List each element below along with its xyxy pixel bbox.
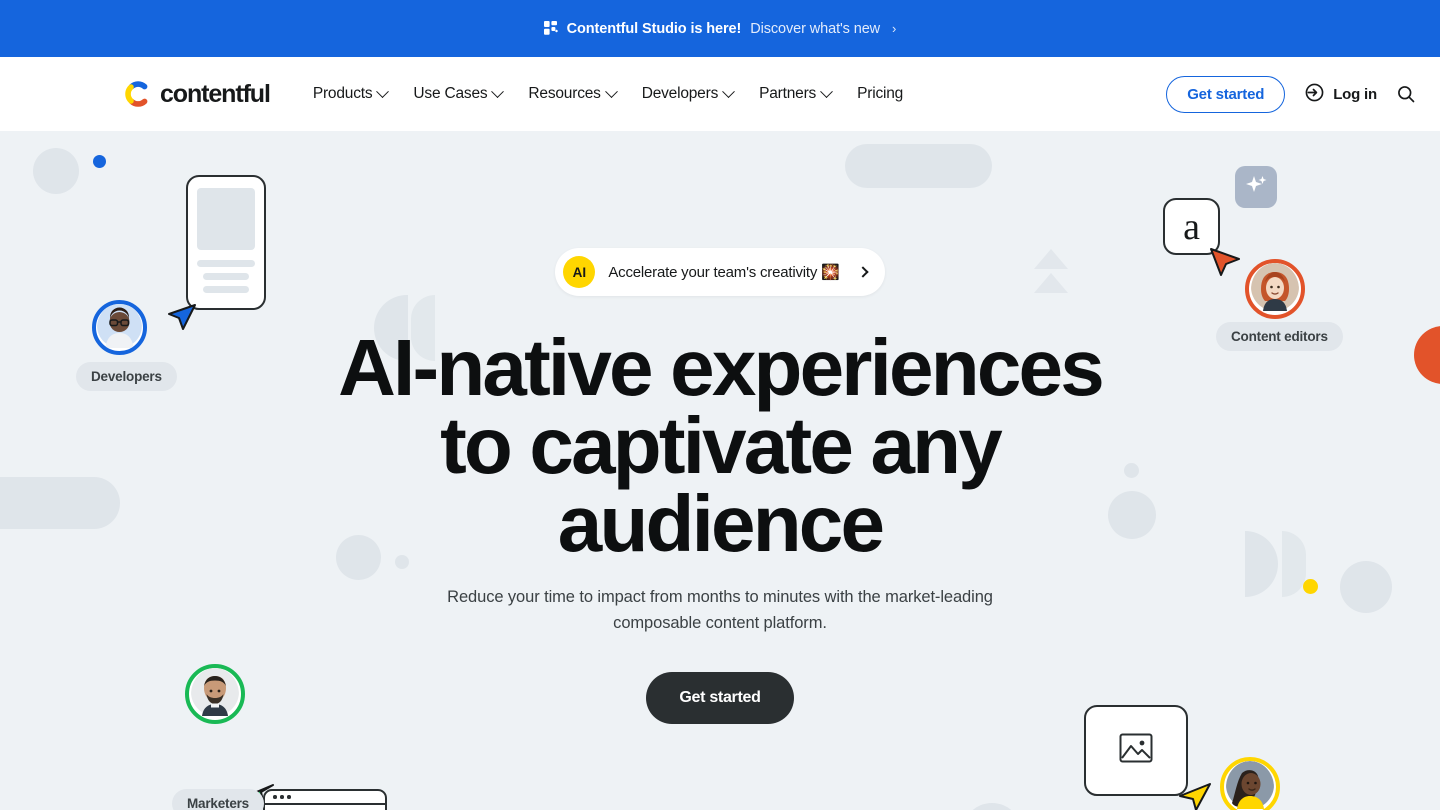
login-label: Log in [1333,86,1377,103]
main-navigation: contentful Products Use Cases Resources … [0,57,1440,131]
browser-dot [287,795,291,799]
decor-circle [962,803,1022,810]
nav-item-label: Use Cases [413,85,487,103]
browser-titlebar [265,791,385,805]
announcement-banner-content[interactable]: Contentful Studio is here! Discover what… [544,21,897,37]
avatar [1220,757,1280,810]
contentful-logo-text: contentful [160,80,270,109]
nav-item-developers[interactable]: Developers [642,85,733,103]
chevron-right-icon: › [892,21,896,36]
chevron-down-icon [722,85,735,98]
hero-subheadline: Reduce your time to impact from months t… [430,584,1010,636]
search-icon[interactable] [1396,84,1416,104]
banner-headline: Contentful Studio is here! [567,21,742,37]
get-started-button[interactable]: Get started [1166,76,1285,113]
nav-item-label: Products [313,85,373,103]
page-title: AI-native experiences to captivate any a… [300,329,1140,563]
browser-dot [273,795,277,799]
cursor-arrow-icon [1174,774,1214,810]
nav-item-products[interactable]: Products [313,85,388,103]
contentful-logo[interactable]: contentful [122,78,270,110]
login-arrow-icon [1304,82,1325,107]
hero-get-started-button[interactable]: Get started [646,672,793,724]
grid-plus-icon [544,21,558,36]
nav-item-label: Resources [528,85,600,103]
nav-item-label: Developers [642,85,718,103]
nav-item-use-cases[interactable]: Use Cases [413,85,502,103]
browser-dot [280,795,284,799]
nav-actions: Get started Log in [1166,76,1416,113]
hero-content: AI Accelerate your team's creativity 🎇 A… [0,131,1440,724]
login-button[interactable]: Log in [1304,82,1377,107]
nav-links: Products Use Cases Resources Developers … [313,85,903,103]
hero-section: Developers a [0,131,1440,810]
ai-promo-pill[interactable]: AI Accelerate your team's creativity 🎇 [555,248,884,296]
nav-item-label: Partners [759,85,816,103]
persona-label-pill: Marketers [172,789,264,810]
ai-promo-text: Accelerate your team's creativity 🎇 [608,263,839,281]
contentful-logo-mark [122,78,154,110]
ai-badge: AI [563,256,595,288]
banner-link[interactable]: Discover what's new [750,21,880,37]
sparkles-emoji: 🎇 [821,264,839,281]
chevron-right-icon [857,266,868,277]
avatar-photo [1226,761,1274,810]
chevron-down-icon [605,85,618,98]
ai-promo-label: Accelerate your team's creativity [608,264,817,281]
nav-item-label: Pricing [857,85,903,103]
chevron-down-icon [377,85,390,98]
image-icon [1119,733,1153,768]
announcement-banner[interactable]: Contentful Studio is here! Discover what… [0,0,1440,57]
chevron-down-icon [492,85,505,98]
persona-label: Marketers [172,789,264,810]
nav-item-partners[interactable]: Partners [759,85,831,103]
nav-item-pricing[interactable]: Pricing [857,85,903,103]
chevron-down-icon [820,85,833,98]
nav-item-resources[interactable]: Resources [528,85,615,103]
browser-window-mockup [263,789,387,810]
